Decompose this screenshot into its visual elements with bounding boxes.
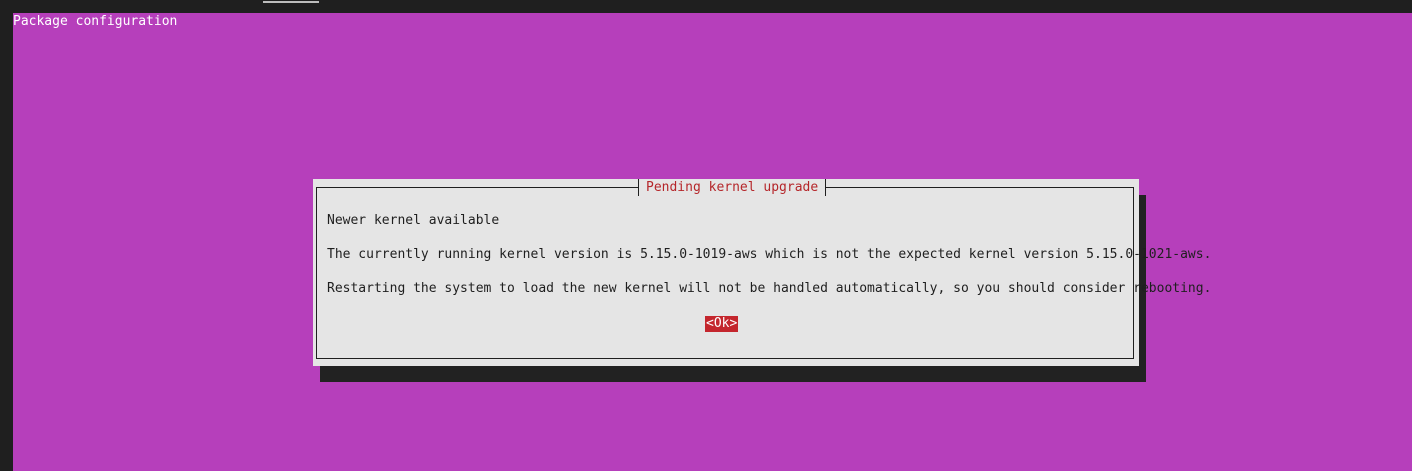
backtitle: Package configuration xyxy=(13,14,178,29)
pending-kernel-upgrade-dialog: Pending kernel upgrade Newer kernel avai… xyxy=(313,179,1211,366)
terminal-left-strip xyxy=(0,13,13,471)
ok-button[interactable]: <Ok> xyxy=(705,316,739,332)
active-tab-indicator xyxy=(263,1,319,3)
dialog-message: The currently running kernel version is … xyxy=(327,247,1212,262)
dialog-heading: Newer kernel available xyxy=(327,213,500,228)
dialog-title: Pending kernel upgrade xyxy=(638,179,827,196)
dialog-note: Restarting the system to load the new ke… xyxy=(327,281,1212,296)
terminal-top-bar xyxy=(0,0,1412,13)
terminal-screen: Package configuration Pending kernel upg… xyxy=(13,13,1412,471)
